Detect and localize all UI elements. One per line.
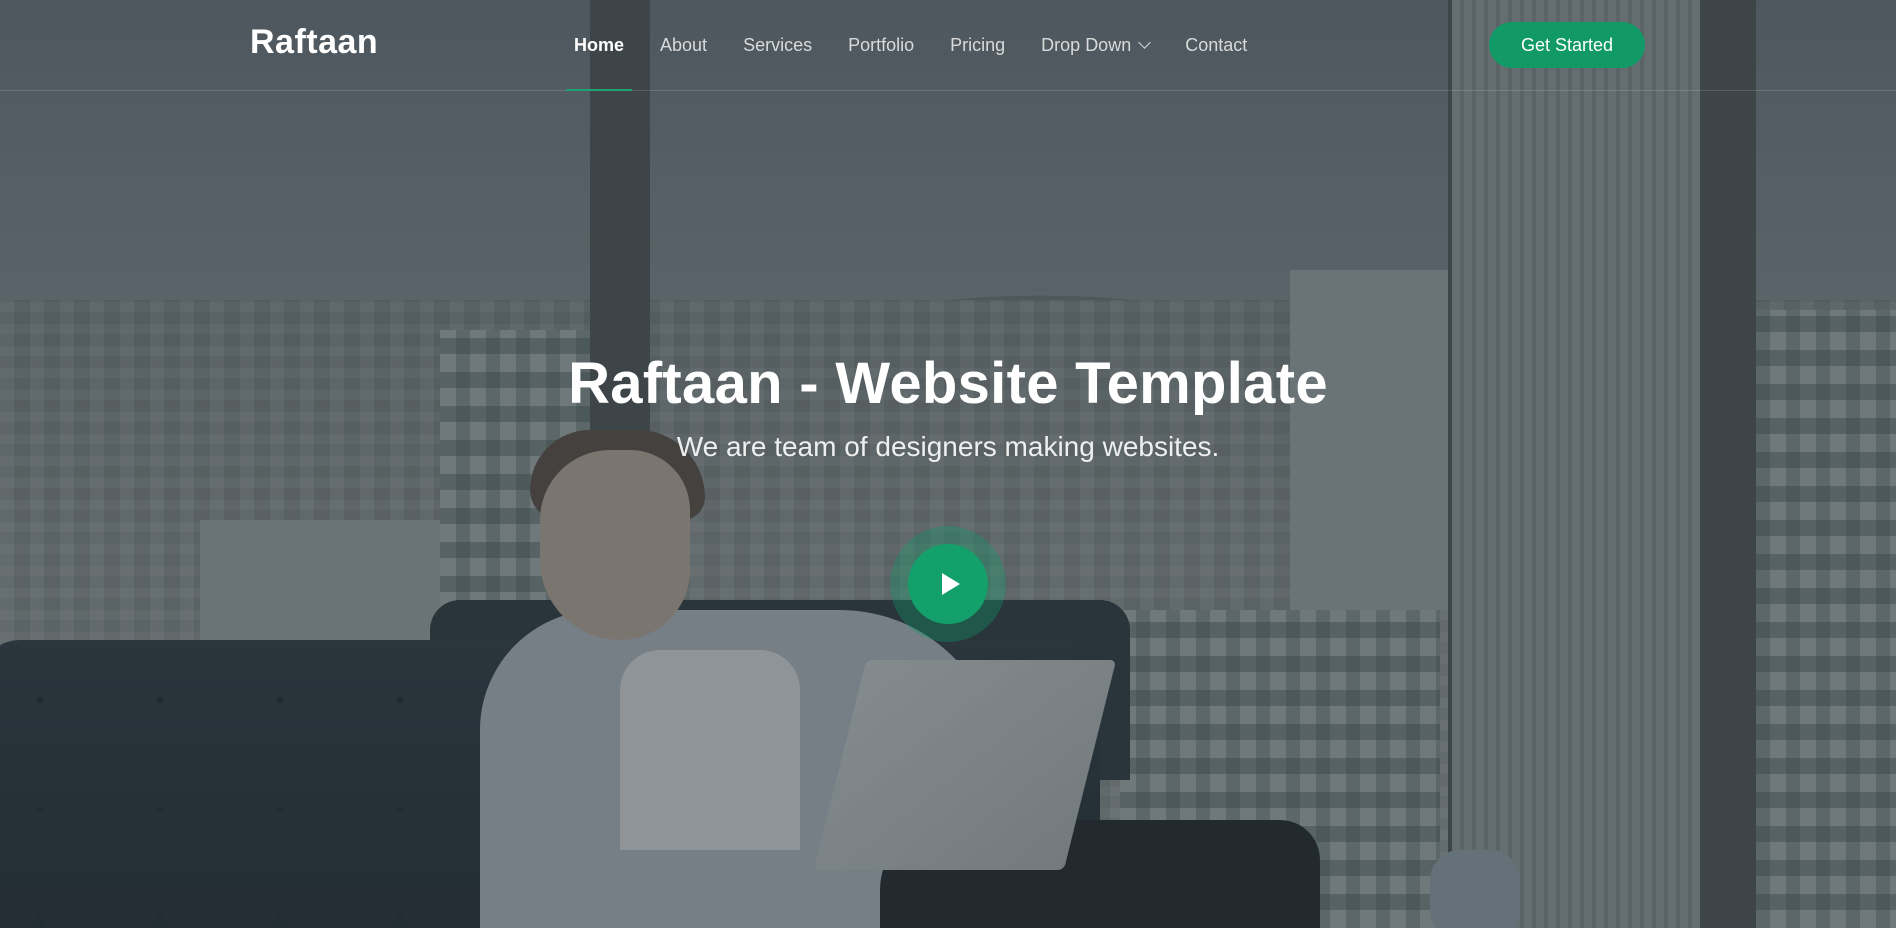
play-icon <box>941 573 960 595</box>
nav-item-label: Services <box>743 35 813 55</box>
site-header: Raftaan Home About Services Portfolio Pr… <box>0 0 1896 91</box>
nav-item-label: Pricing <box>950 35 1006 55</box>
nav-item-label: Portfolio <box>848 35 915 55</box>
get-started-button[interactable]: Get Started <box>1489 22 1645 68</box>
nav-item-label: About <box>660 35 708 55</box>
hero-background-image <box>0 0 1896 928</box>
hero-subtitle: We are team of designers making websites… <box>676 431 1220 462</box>
nav-item-home[interactable]: Home <box>556 0 642 91</box>
hero-title: Raftaan - Website Template <box>568 351 1328 416</box>
nav-item-label: Contact <box>1185 35 1248 55</box>
hero-section: Raftaan Home About Services Portfolio Pr… <box>0 0 1896 928</box>
nav-item-contact[interactable]: Contact <box>1167 0 1265 90</box>
play-button-circle <box>908 544 988 624</box>
hero-content: Raftaan - Website Template We are team o… <box>0 350 1896 463</box>
play-video-button[interactable] <box>890 526 1006 642</box>
main-nav: Home About Services Portfolio Pricing Dr… <box>556 0 1265 91</box>
nav-item-services[interactable]: Services <box>725 0 830 90</box>
site-logo[interactable]: Raftaan <box>250 23 378 62</box>
nav-item-label: Home <box>574 35 625 55</box>
nav-item-about[interactable]: About <box>642 0 725 90</box>
nav-item-dropdown[interactable]: Drop Down <box>1023 0 1167 90</box>
nav-item-pricing[interactable]: Pricing <box>932 0 1023 90</box>
nav-item-label: Drop Down <box>1041 35 1132 55</box>
chevron-down-icon <box>1138 36 1152 49</box>
nav-item-portfolio[interactable]: Portfolio <box>830 0 932 90</box>
